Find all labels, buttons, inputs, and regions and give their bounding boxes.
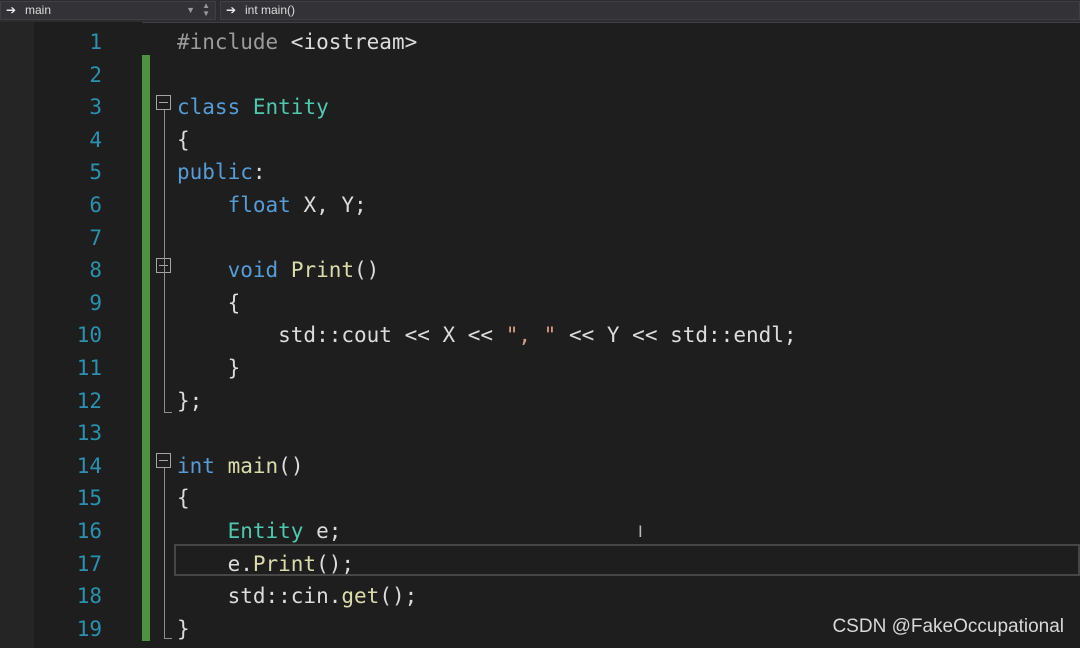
line-number: 7 bbox=[89, 225, 102, 250]
line-number: 6 bbox=[89, 193, 102, 217]
line-number: 9 bbox=[89, 290, 102, 315]
line-number: 2 bbox=[89, 62, 102, 87]
code-line[interactable]: #include <iostream> bbox=[177, 26, 417, 58]
scope-label: main bbox=[25, 3, 52, 17]
fold-guide-end bbox=[164, 638, 172, 639]
line-number: 5 bbox=[89, 160, 102, 185]
arrow-right-icon: ➔ bbox=[6, 3, 17, 17]
line-number: 10 bbox=[76, 323, 102, 348]
navigation-bar: ➔ main ▼ ▲ ▼ ➔ int main() bbox=[0, 0, 1080, 23]
code-line[interactable]: float X, Y; bbox=[177, 189, 367, 221]
fold-guide bbox=[164, 468, 165, 638]
member-label: int main() bbox=[245, 3, 296, 17]
code-line[interactable]: { bbox=[177, 482, 190, 514]
line-number: 8 bbox=[89, 258, 102, 283]
line-number: 14 bbox=[76, 453, 102, 478]
line-number: 19 bbox=[76, 616, 102, 641]
code-line[interactable]: std::cout << X << ", " << Y << std::endl… bbox=[177, 319, 796, 351]
code-line[interactable]: { bbox=[177, 124, 190, 156]
scope-dropdown[interactable]: ➔ main ▼ ▲ ▼ bbox=[0, 1, 216, 20]
collapse-minus-icon[interactable] bbox=[156, 95, 171, 110]
line-number: 17 bbox=[76, 551, 102, 576]
code-line[interactable]: { bbox=[177, 287, 241, 319]
line-number: 13 bbox=[76, 421, 102, 446]
arrow-right-icon: ➔ bbox=[226, 3, 237, 17]
code-line[interactable]: } bbox=[177, 613, 190, 645]
member-dropdown[interactable]: ➔ int main() bbox=[220, 1, 1080, 20]
line-number: 11 bbox=[76, 356, 102, 380]
watermark: CSDN @FakeOccupational bbox=[832, 616, 1064, 637]
split-spinner-icon[interactable]: ▲ ▼ bbox=[202, 2, 210, 18]
code-line[interactable]: Entity e; bbox=[177, 515, 342, 547]
code-line[interactable]: std::cin.get(); bbox=[177, 580, 418, 612]
code-line[interactable]: e.Print(); bbox=[177, 548, 354, 580]
code-line[interactable]: class Entity bbox=[177, 91, 329, 123]
line-number: 1 bbox=[89, 30, 102, 54]
indicator-margin[interactable] bbox=[0, 22, 34, 648]
code-line[interactable]: void Print() bbox=[177, 254, 380, 286]
code-line[interactable]: }; bbox=[177, 385, 202, 417]
code-line[interactable]: } bbox=[177, 352, 241, 384]
line-number: 18 bbox=[76, 584, 102, 609]
line-number: 4 bbox=[89, 127, 102, 152]
line-number: 16 bbox=[76, 519, 102, 543]
code-line[interactable]: public: bbox=[177, 156, 266, 188]
fold-guide bbox=[164, 110, 165, 412]
chevron-down-icon: ▼ bbox=[186, 5, 195, 15]
line-number: 15 bbox=[76, 486, 102, 511]
collapse-minus-icon[interactable] bbox=[156, 453, 171, 468]
code-line[interactable]: int main() bbox=[177, 450, 303, 482]
fold-guide-end bbox=[164, 412, 172, 413]
change-tracking-bar bbox=[142, 55, 150, 641]
line-number: 3 bbox=[89, 95, 102, 120]
line-number: 12 bbox=[76, 388, 102, 413]
i-beam-cursor-icon: I bbox=[638, 522, 643, 541]
